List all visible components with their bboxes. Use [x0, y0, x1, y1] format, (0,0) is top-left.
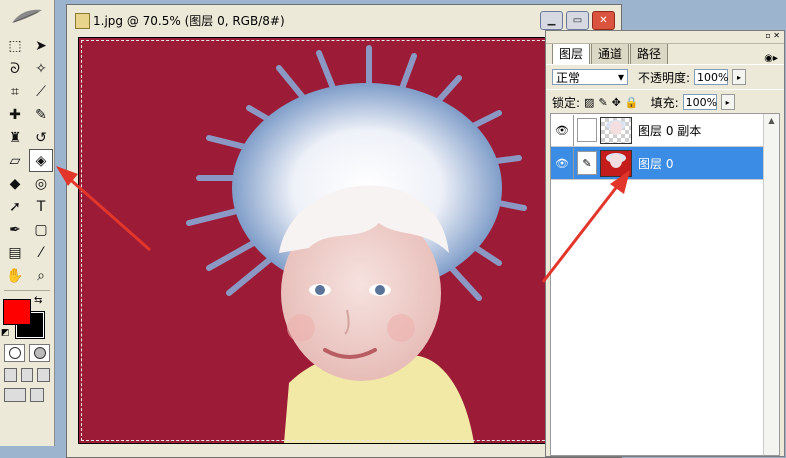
document-titlebar[interactable]: 1.jpg @ 70.5% (图层 0, RGB/8#) ▁ ▭ ✕ — [67, 5, 621, 35]
swap-colors-icon[interactable]: ⇆ — [34, 295, 42, 306]
standard-mode-icon — [8, 347, 21, 359]
history-brush-icon[interactable]: ↺ — [29, 126, 53, 149]
layer-row[interactable]: 👁 图层 0 副本 — [551, 114, 779, 147]
fill-slider-button[interactable]: ▸ — [720, 94, 735, 110]
blend-row: 正常 ▾ 不透明度: 100% ▸ — [546, 64, 784, 89]
dodge-icon[interactable]: ◎ — [29, 172, 53, 195]
blend-mode-value: 正常 — [556, 70, 581, 85]
notes-icon[interactable]: ▤ — [3, 241, 27, 264]
lasso-icon[interactable]: ᘐ — [3, 57, 27, 80]
healing-brush-icon[interactable]: ✚ — [3, 103, 27, 126]
layer-name: 图层 0 — [638, 156, 674, 171]
tool-grid: ⬚ ➤ ᘐ ✧ ⌗ ⟋ ✚ ✎ ♜ ↺ ▱ ◈ ◆ ◎ ➚ T ✒ ▢ ▤ ⁄ ✋ ⌕ — [0, 34, 54, 287]
tab-layers[interactable]: 图层 — [552, 42, 591, 64]
thumb-face-shape — [610, 153, 622, 168]
minimize-button[interactable]: ▁ — [540, 11, 563, 30]
blur-icon[interactable]: ◆ — [3, 172, 27, 195]
toolbox-header — [0, 0, 54, 34]
layer-thumbnail — [600, 116, 632, 144]
baidu-watermark: Bai du 经验 jingyan.baidu.com — [604, 370, 784, 454]
screen-mode-row — [0, 365, 54, 385]
paint-bucket-icon[interactable]: ◈ — [29, 149, 53, 172]
scroll-up-icon[interactable]: ▲ — [764, 114, 779, 128]
fill-input[interactable]: 100% — [682, 94, 717, 110]
feather-logo-icon — [12, 9, 42, 23]
color-swatches: ⇆ ◩ — [0, 295, 54, 341]
path-selection-icon[interactable]: ➚ — [3, 195, 27, 218]
thumb-face-shape — [610, 120, 622, 135]
lock-label: 锁定: — [552, 95, 581, 110]
lock-transparency-icon[interactable]: ▨ — [584, 96, 594, 109]
tab-paths[interactable]: 路径 — [630, 42, 669, 64]
rectangle-shape-icon[interactable]: ▢ — [29, 218, 53, 241]
edit-mode-row — [0, 341, 54, 365]
lock-image-icon[interactable]: ✎ — [598, 96, 607, 109]
jump-to-imageready-icon[interactable] — [4, 388, 26, 402]
foreground-color-swatch[interactable] — [3, 299, 31, 325]
type-icon[interactable]: T — [29, 195, 53, 218]
lock-all-icon[interactable]: 🔒 — [625, 96, 639, 109]
toolbox-divider — [4, 290, 50, 291]
layer-link-box[interactable] — [577, 118, 597, 142]
pen-icon[interactable]: ✒ — [3, 218, 27, 241]
visibility-eye-icon[interactable]: 👁 — [551, 147, 574, 179]
slice-icon[interactable]: ⟋ — [29, 80, 53, 103]
opacity-label: 不透明度: — [638, 70, 691, 85]
standard-screen-icon[interactable] — [4, 368, 17, 382]
panel-close-icon[interactable]: ▫ ✕ — [765, 31, 780, 40]
maximize-button[interactable]: ▭ — [566, 11, 589, 30]
eraser-icon[interactable]: ▱ — [3, 149, 27, 172]
brush-icon[interactable]: ✎ — [29, 103, 53, 126]
layer-thumbnail — [600, 149, 632, 177]
layer-row-selected[interactable]: 👁 ✎ 图层 0 — [551, 147, 779, 180]
opacity-slider-button[interactable]: ▸ — [732, 69, 747, 85]
rectangular-marquee-icon[interactable]: ⬚ — [3, 34, 27, 57]
standard-mode-button[interactable] — [4, 344, 25, 362]
hand-icon[interactable]: ✋ — [3, 264, 27, 287]
layer-name: 图层 0 副本 — [638, 123, 702, 138]
quick-mask-icon — [33, 347, 46, 359]
fill-label: 填充: — [650, 95, 679, 110]
jump-row — [0, 385, 54, 405]
document-window: 1.jpg @ 70.5% (图层 0, RGB/8#) ▁ ▭ ✕ — [66, 4, 622, 458]
clone-stamp-icon[interactable]: ♜ — [3, 126, 27, 149]
zoom-icon[interactable]: ⌕ — [29, 264, 53, 287]
crop-icon[interactable]: ⌗ — [3, 80, 27, 103]
lock-position-icon[interactable]: ✥ — [612, 96, 621, 109]
document-title: 1.jpg @ 70.5% (图层 0, RGB/8#) — [93, 13, 285, 28]
move-icon[interactable]: ➤ — [29, 34, 53, 57]
full-screen-menu-icon[interactable] — [20, 368, 34, 382]
tab-channels[interactable]: 通道 — [591, 42, 630, 64]
selection-marquee — [81, 40, 615, 441]
full-screen-icon[interactable] — [37, 368, 51, 382]
eyedropper-icon[interactable]: ⁄ — [29, 241, 53, 264]
tools-palette: ⬚ ➤ ᘐ ✧ ⌗ ⟋ ✚ ✎ ♜ ↺ ▱ ◈ ◆ ◎ ➚ T ✒ ▢ ▤ ⁄ ✋ ⌕ ⇆ ◩ — [0, 0, 55, 446]
window-controls: ▁ ▭ ✕ — [540, 11, 615, 30]
watermark-url: jingyan.baidu.com — [608, 420, 710, 433]
blend-mode-select[interactable]: 正常 ▾ — [552, 69, 628, 85]
check-icon[interactable] — [30, 388, 44, 402]
lock-row: 锁定: ▨ ✎ ✥ 🔒 填充: 100% ▸ — [546, 89, 784, 114]
visibility-eye-icon[interactable]: 👁 — [551, 114, 574, 146]
panel-menu-icon[interactable]: ◉▸ — [764, 53, 778, 64]
close-button[interactable]: ✕ — [592, 11, 615, 30]
image-canvas[interactable] — [78, 37, 618, 444]
document-file-icon — [75, 13, 90, 29]
default-colors-icon[interactable]: ◩ — [1, 328, 10, 338]
panel-titlebar[interactable]: ▫ ✕ — [546, 31, 784, 44]
watermark-logo: Bai du 经验 — [604, 386, 763, 417]
chevron-down-icon: ▾ — [617, 70, 624, 84]
brush-link-icon[interactable]: ✎ — [577, 151, 597, 175]
opacity-input[interactable]: 100% — [694, 69, 729, 85]
magic-wand-icon[interactable]: ✧ — [29, 57, 53, 80]
quick-mask-button[interactable] — [29, 344, 50, 362]
panel-tabs: 图层 通道 路径 ◉▸ — [546, 42, 784, 64]
